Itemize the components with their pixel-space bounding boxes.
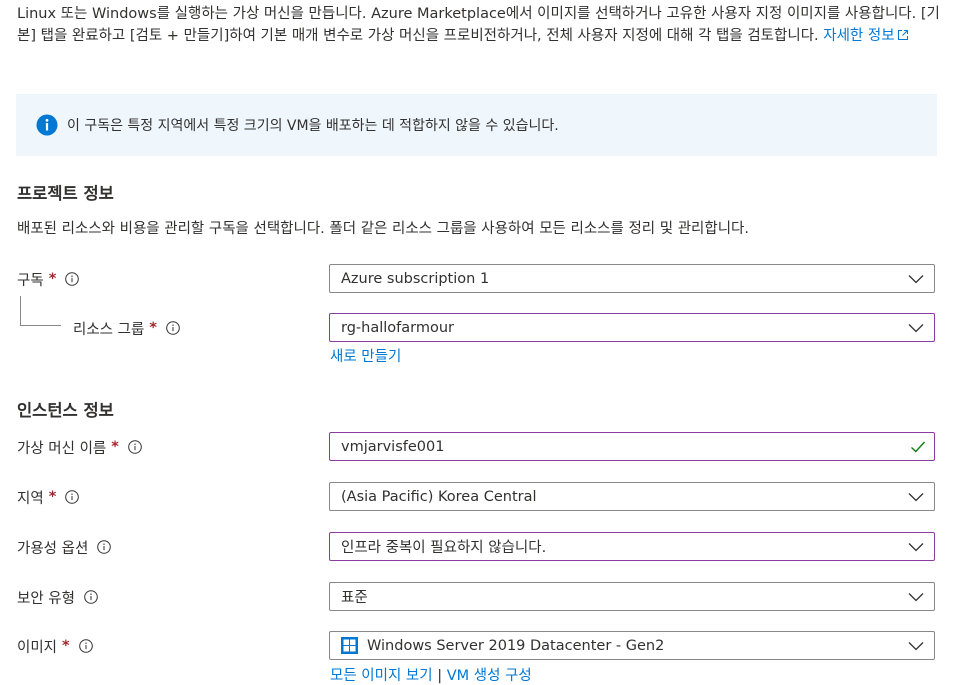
subscription-label: 구독 *: [17, 269, 80, 289]
chevron-down-icon: [908, 542, 924, 551]
info-tooltip-icon[interactable]: [97, 540, 112, 554]
project-details-title: 프로젝트 정보: [17, 184, 114, 203]
windows-logo-icon: [341, 637, 358, 654]
intro-paragraph: Linux 또는 Windows를 실행하는 가상 머신을 만듭니다. Azur…: [17, 4, 942, 47]
learn-more-link[interactable]: 자세한 정보: [823, 28, 908, 44]
chevron-down-icon: [908, 592, 924, 601]
external-link-icon: [897, 29, 908, 40]
intro-text: Linux 또는 Windows를 실행하는 가상 머신을 만듭니다. Azur…: [17, 6, 940, 44]
instance-details-title: 인스턴스 정보: [17, 401, 114, 420]
availability-options-select[interactable]: 인프라 중복이 필요하지 않습니다.: [329, 532, 935, 561]
required-mark: *: [111, 439, 119, 455]
image-select[interactable]: Windows Server 2019 Datacenter - Gen2: [329, 631, 935, 660]
info-tooltip-icon[interactable]: [65, 272, 80, 286]
create-new-resource-group-link[interactable]: 새로 만들기: [330, 345, 401, 366]
tree-connector: [20, 325, 61, 326]
required-mark: *: [48, 489, 57, 505]
chevron-down-icon: [908, 323, 924, 332]
info-icon: [36, 114, 58, 136]
subscription-select[interactable]: Azure subscription 1: [329, 264, 935, 293]
resource-group-label: 리소스 그룹 *: [73, 318, 180, 338]
region-select[interactable]: (Asia Pacific) Korea Central: [329, 482, 935, 511]
resource-group-select[interactable]: rg-hallofarmour: [329, 313, 935, 342]
checkmark-icon: [911, 441, 926, 452]
image-value: Windows Server 2019 Datacenter - Gen2: [367, 637, 665, 654]
project-details-description: 배포된 리소스와 비용을 관리할 구독을 선택합니다. 폴더 같은 리소스 그룹…: [17, 221, 750, 237]
chevron-down-icon: [908, 492, 924, 501]
info-tooltip-icon[interactable]: [128, 440, 142, 454]
vm-name-input[interactable]: vmjarvisfe001: [329, 432, 935, 461]
info-tooltip-icon[interactable]: [78, 639, 93, 653]
image-links: 모든 이미지 보기 | VM 생성 구성: [330, 664, 532, 685]
required-mark: *: [48, 271, 57, 287]
info-tooltip-icon[interactable]: [65, 490, 80, 504]
info-banner-message: 이 구독은 특정 지역에서 특정 크기의 VM을 배포하는 데 적합하지 않을 …: [67, 118, 559, 134]
security-type-label: 보안 유형: [17, 587, 98, 607]
security-type-select[interactable]: 표준: [329, 582, 935, 611]
see-all-images-link[interactable]: 모든 이미지 보기: [330, 668, 433, 684]
chevron-down-icon: [908, 274, 924, 283]
chevron-down-icon: [908, 641, 924, 650]
configure-vm-generation-link[interactable]: VM 생성 구성: [447, 668, 532, 684]
required-mark: *: [62, 638, 70, 654]
region-label: 지역 *: [17, 487, 80, 507]
info-tooltip-icon[interactable]: [166, 321, 180, 335]
tree-connector: [20, 296, 21, 325]
vm-name-label: 가상 머신 이름 *: [17, 437, 142, 457]
image-label: 이미지 *: [17, 636, 93, 656]
availability-options-label: 가용성 옵션: [17, 537, 112, 557]
required-mark: *: [149, 320, 157, 336]
info-tooltip-icon[interactable]: [84, 590, 98, 604]
link-separator: |: [437, 668, 443, 684]
info-banner: 이 구독은 특정 지역에서 특정 크기의 VM을 배포하는 데 적합하지 않을 …: [16, 94, 937, 156]
